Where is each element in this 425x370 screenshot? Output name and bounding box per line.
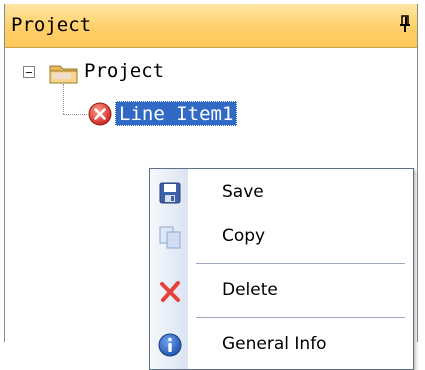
menu-item-save[interactable]: Save (150, 173, 413, 213)
menu-separator (196, 263, 405, 264)
folder-icon (49, 65, 78, 84)
collapse-toggle[interactable] (23, 66, 35, 78)
panel-title: Project (11, 14, 92, 36)
tree-node-line-item[interactable]: Line Item1 (115, 101, 238, 126)
project-tree: Project Line Item1 Save Copy Delete Gene… (5, 48, 417, 370)
menu-separator (196, 317, 405, 318)
project-panel: Project Project Line Item1 Save Copy Del… (4, 4, 418, 370)
menu-item-copy[interactable]: Copy (150, 217, 413, 257)
delete-icon (160, 281, 180, 302)
tree-node-project[interactable]: Project (84, 60, 164, 82)
panel-header: Project (5, 4, 417, 48)
context-menu: Save Copy Delete General Info (149, 168, 414, 370)
menu-item-general-info[interactable]: General Info (150, 325, 413, 365)
save-icon (159, 182, 181, 204)
pin-icon[interactable] (399, 14, 411, 34)
menu-item-label: General Info (222, 334, 327, 354)
tree-connector (63, 114, 87, 115)
menu-item-label: Save (222, 182, 264, 202)
error-icon (88, 102, 112, 126)
copy-icon (159, 226, 181, 249)
menu-item-delete[interactable]: Delete (150, 271, 413, 311)
menu-item-label: Delete (222, 280, 278, 300)
menu-item-label: Copy (222, 226, 266, 246)
info-icon (158, 333, 182, 357)
tree-connector (63, 84, 64, 114)
